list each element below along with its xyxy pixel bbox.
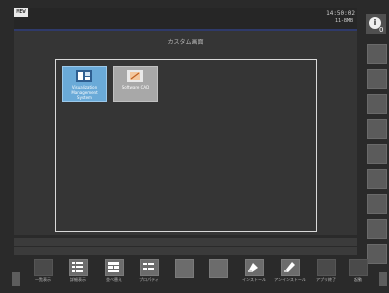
app-tile-visualization[interactable]: Visualization Management System	[62, 66, 107, 102]
toolbar-uninstall-button[interactable]: アンインストール	[274, 258, 306, 282]
notification-button[interactable]: i 0	[366, 14, 386, 34]
rail-button-8[interactable]	[367, 219, 387, 239]
uninstall-icon	[284, 262, 295, 272]
toolbar-label: 一覧表示	[35, 277, 51, 282]
left-side-tab[interactable]	[12, 272, 20, 286]
install-icon	[248, 263, 258, 272]
blank-button-icon	[175, 259, 194, 278]
toolbar-app-exit-button[interactable]: アプリ終了	[313, 258, 339, 282]
toolbar-sort-button[interactable]: 並べ替え	[101, 258, 127, 282]
rail-button-4[interactable]	[367, 119, 387, 139]
screen: MEW 14:50:02 11-BMB カスタム画面 Visualization…	[0, 0, 389, 293]
toolbar-label: 並べ替え	[106, 277, 122, 282]
toolbar-properties-button[interactable]: プロパティ	[136, 258, 162, 282]
toolbar-empty-button-2[interactable]	[205, 258, 231, 281]
main-panel: カスタム画面 Visualization Management System S…	[14, 31, 357, 235]
rail-button-6[interactable]	[367, 169, 387, 189]
app-tile-label: Software CAD	[121, 85, 150, 90]
toolbar-launch-button[interactable]: 起動	[345, 258, 371, 282]
clock-time: 14:50:02	[326, 10, 355, 17]
sort-icon	[108, 262, 119, 272]
toolbar-label: アンインストール	[274, 277, 306, 282]
toolbar-label: インストール	[242, 277, 266, 282]
toolbar-label: 詳細表示	[70, 277, 86, 282]
toolbar-label: 起動	[354, 277, 362, 282]
rail-button-5[interactable]	[367, 144, 387, 164]
toolbar-label: プロパティ	[139, 277, 159, 282]
toolbar-empty-button-1[interactable]	[171, 258, 197, 281]
rail-button-7[interactable]	[367, 194, 387, 214]
app-workspace: Visualization Management System Software…	[55, 59, 317, 232]
cad-app-icon	[127, 70, 143, 82]
scroll-strip[interactable]	[14, 247, 357, 255]
clock-date: 11-BMB	[334, 18, 353, 24]
app-tile-label: Visualization Management System	[71, 85, 98, 100]
right-side-tab[interactable]	[379, 272, 387, 286]
rail-button-1[interactable]	[367, 44, 387, 64]
toolbar-detail-view-button[interactable]: 詳細表示	[65, 258, 91, 282]
status-strip	[14, 238, 357, 246]
toolbar-label: アプリ終了	[316, 277, 336, 282]
page-title: カスタム画面	[167, 39, 204, 46]
visualization-app-icon	[76, 70, 92, 82]
list-icon	[72, 262, 83, 272]
properties-icon	[143, 263, 154, 270]
toolbar-install-button[interactable]: インストール	[241, 258, 267, 282]
header-bar: MEW 14:50:02 11-BMB	[14, 8, 357, 31]
notification-count: 0	[379, 26, 384, 34]
toolbar-list-view-button[interactable]: 一覧表示	[30, 258, 56, 282]
rail-button-3[interactable]	[367, 94, 387, 114]
mew-badge: MEW	[14, 8, 28, 17]
launch-icon	[349, 259, 368, 276]
rail-button-2[interactable]	[367, 69, 387, 89]
blank-button-icon	[209, 259, 228, 278]
app-tile-software-cad[interactable]: Software CAD	[113, 66, 158, 102]
list-view-icon	[34, 259, 53, 276]
app-exit-icon	[317, 259, 336, 276]
